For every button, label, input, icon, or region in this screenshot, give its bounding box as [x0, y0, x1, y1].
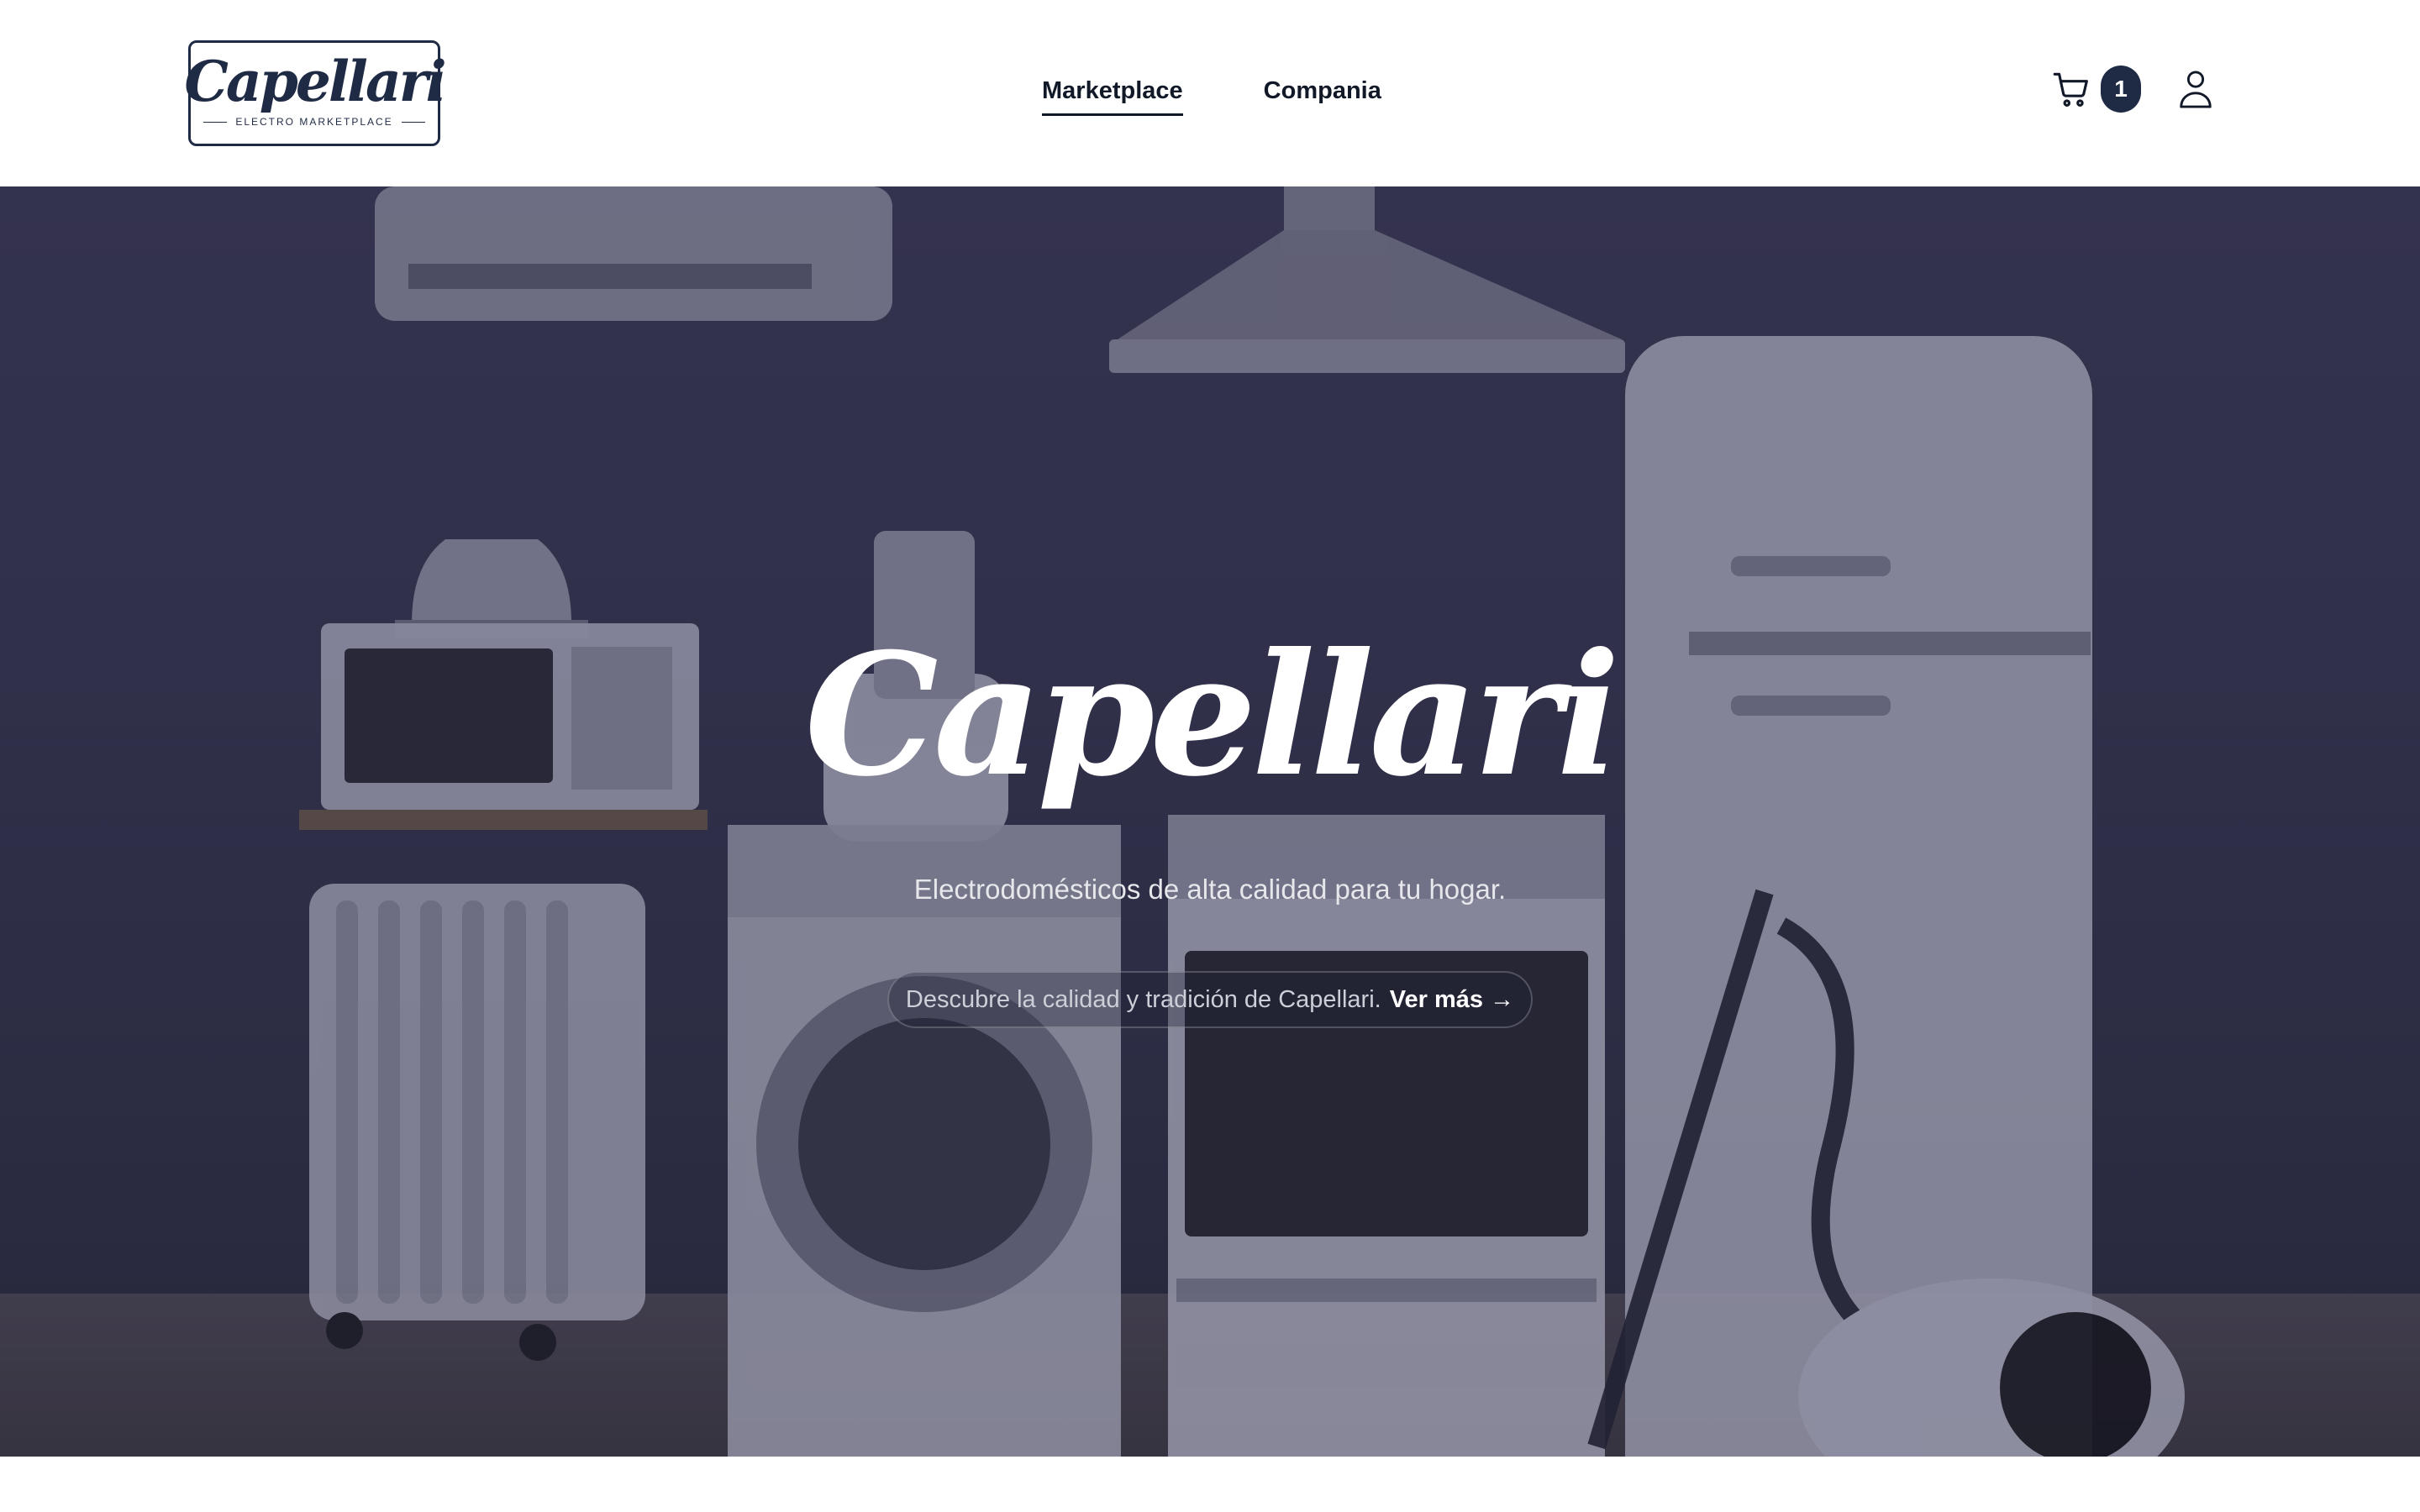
ver-mas-link[interactable]: Ver más → [1390, 986, 1514, 1014]
hero-announcement-pill: Descubre la calidad y tradición de Capel… [887, 971, 1533, 1028]
hero-title: Capellari [804, 617, 1621, 814]
main-nav: Marketplace Compania [1042, 77, 1381, 116]
cart-icon [2053, 72, 2088, 107]
logo-subtitle-text: ELECTRO MARKETPLACE [235, 116, 393, 128]
hero-subtitle: Electrodomésticos de alta calidad para t… [913, 874, 1507, 905]
hero-content: Capellari Electrodomésticos de alta cali… [0, 186, 2420, 1457]
page-bottom-area [0, 1457, 2420, 1512]
logo[interactable]: Capellari ELECTRO MARKETPLACE [184, 40, 447, 146]
user-icon[interactable] [2176, 68, 2215, 110]
hero-banner: Capellari Electrodomésticos de alta cali… [0, 186, 2420, 1457]
logo-subtitle: ELECTRO MARKETPLACE [203, 116, 425, 128]
cart-button[interactable]: 1 [2050, 66, 2141, 113]
logo-script: Capellari [184, 49, 446, 114]
nav-item-marketplace[interactable]: Marketplace [1042, 77, 1183, 116]
logo-divider-left [203, 121, 228, 123]
header-actions: 1 [2050, 66, 2215, 113]
nav-item-compania[interactable]: Compania [1264, 77, 1381, 116]
site-header: Capellari ELECTRO MARKETPLACE Marketplac… [0, 0, 2420, 186]
hero-pill-text: Descubre la calidad y tradición de Capel… [905, 985, 1381, 1013]
logo-divider-right [401, 121, 425, 123]
cart-count-badge: 1 [2101, 66, 2141, 113]
